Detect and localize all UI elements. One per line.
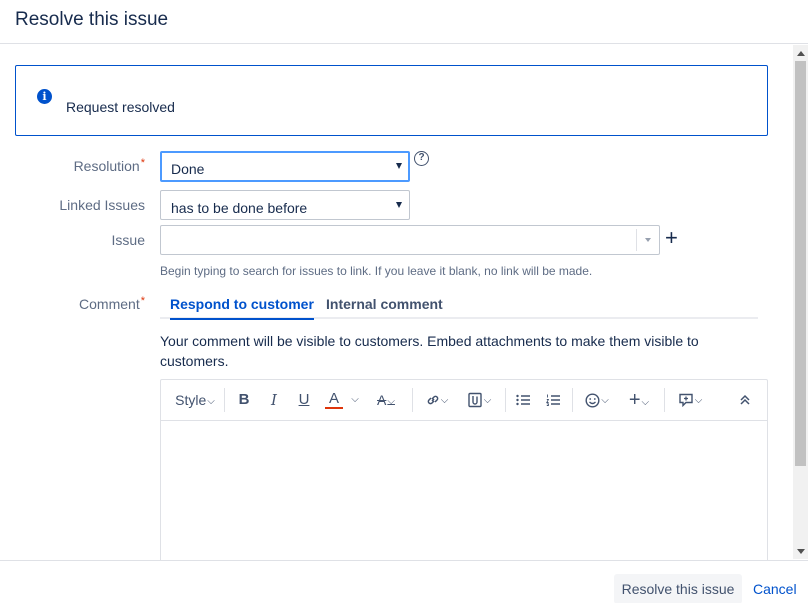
editor-toolbar: Style⌵ B I U A ⌵ A⌵ ⌵ ⌵ ⌵ +⌵ ⌵ [161, 380, 767, 421]
resolution-select[interactable]: Done [160, 151, 410, 182]
scroll-down-arrow-icon[interactable] [797, 549, 805, 554]
comment-editor[interactable]: Style⌵ B I U A ⌵ A⌵ ⌵ ⌵ ⌵ +⌵ ⌵ [160, 379, 768, 569]
linked-issues-label: Linked Issues [59, 197, 145, 213]
info-icon: i [37, 89, 52, 104]
toolbar-separator [505, 388, 506, 412]
toolbar-separator [572, 388, 573, 412]
text-color-button[interactable]: A [325, 390, 343, 409]
resolve-dialog: Resolve this issue i Request resolved Re… [0, 0, 808, 603]
numbered-list-icon[interactable] [545, 390, 561, 410]
linked-issues-select[interactable]: has to be done before [160, 190, 410, 220]
more-formatting-button[interactable]: A⌵ [371, 390, 401, 410]
dialog-header: Resolve this issue [0, 0, 808, 44]
italic-button[interactable]: I [265, 390, 283, 410]
toolbar-separator [664, 388, 665, 412]
issue-hint: Begin typing to search for issues to lin… [160, 264, 593, 278]
dialog-footer: Resolve this issue Cancel [0, 560, 808, 603]
required-marker: * [140, 295, 145, 307]
input-divider [636, 229, 637, 251]
chevron-down-icon [396, 202, 402, 208]
toolbar-separator [412, 388, 413, 412]
emoji-icon[interactable]: ⌵ [582, 390, 612, 410]
tab-respond-to-customer[interactable]: Respond to customer [170, 296, 314, 320]
macro-icon[interactable]: ⌵ [675, 390, 705, 410]
resolution-value: Done [171, 161, 205, 177]
attachment-icon[interactable]: ⌵ [463, 390, 495, 410]
comment-label: Comment* [79, 295, 145, 312]
tab-internal-comment[interactable]: Internal comment [326, 296, 443, 318]
bullet-list-icon[interactable] [515, 390, 531, 410]
cancel-link[interactable]: Cancel [753, 581, 797, 597]
resolution-label: Resolution* [73, 157, 145, 174]
style-dropdown[interactable]: Style⌵ [173, 390, 217, 410]
dialog-title: Resolve this issue [15, 9, 169, 30]
toolbar-separator [224, 388, 225, 412]
collapse-icon[interactable] [737, 390, 753, 410]
underline-button[interactable]: U [295, 390, 313, 410]
visibility-note: Your comment will be visible to customer… [160, 333, 699, 369]
scrollbar[interactable] [793, 45, 808, 559]
text-color-chevron-icon[interactable]: ⌵ [349, 390, 361, 410]
chevron-down-icon [396, 163, 402, 169]
bold-button[interactable]: B [235, 390, 253, 410]
chevron-down-icon: ⌵ [387, 396, 395, 407]
info-message: i Request resolved [15, 65, 768, 136]
issue-label: Issue [111, 232, 145, 248]
add-link-plus-icon[interactable]: + [665, 227, 678, 249]
chevron-down-icon[interactable] [645, 238, 651, 242]
link-icon[interactable]: ⌵ [423, 390, 451, 410]
issue-search-input[interactable] [160, 225, 660, 255]
resolve-issue-button[interactable]: Resolve this issue [614, 574, 742, 603]
insert-plus-icon[interactable]: +⌵ [624, 390, 654, 410]
message-text: Request resolved [66, 99, 175, 115]
chevron-down-icon: ⌵ [207, 396, 215, 407]
required-marker: * [140, 157, 145, 169]
comment-tabs: Respond to customer Internal comment [160, 295, 758, 320]
scroll-up-arrow-icon[interactable] [797, 51, 805, 56]
help-icon[interactable]: ? [414, 151, 429, 166]
scrollbar-thumb[interactable] [795, 61, 806, 466]
linked-issues-value: has to be done before [171, 200, 308, 216]
